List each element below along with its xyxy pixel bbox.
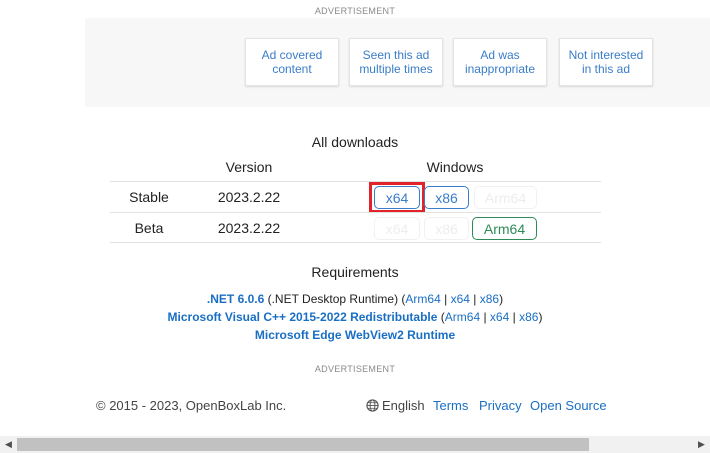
version-value: 2023.2.22: [217, 189, 281, 205]
dotnet-x64-link[interactable]: x64: [451, 292, 470, 306]
separator: |: [509, 310, 520, 324]
dotnet-link[interactable]: .NET 6.0.6: [207, 292, 264, 306]
advertisement-label: ADVERTISEMENT: [314, 6, 396, 16]
all-downloads-title: All downloads: [311, 134, 399, 150]
version-value: 2023.2.22: [217, 220, 281, 236]
stable-x86-download-button[interactable]: x86: [424, 186, 469, 209]
vcredist-arm64-link[interactable]: Arm64: [445, 310, 480, 324]
requirement-dotnet: .NET 6.0.6 (.NET Desktop Runtime) (Arm64…: [0, 292, 710, 306]
privacy-link[interactable]: Privacy: [479, 398, 522, 413]
beta-x64-download-button[interactable]: x64: [374, 217, 420, 240]
vcredist-x64-link[interactable]: x64: [490, 310, 509, 324]
close-paren: ): [538, 310, 543, 324]
advertisement-label: ADVERTISEMENT: [314, 364, 396, 374]
table-divider: [110, 212, 601, 213]
ad-covered-content-button[interactable]: Ad covered content: [245, 38, 339, 86]
language-selector[interactable]: English: [366, 398, 425, 413]
webview2-link[interactable]: Microsoft Edge WebView2 Runtime: [255, 328, 455, 342]
scrollbar-thumb[interactable]: [17, 438, 589, 451]
dotnet-x86-link[interactable]: x86: [480, 292, 499, 306]
ad-inappropriate-button[interactable]: Ad was inappropriate: [453, 38, 547, 86]
close-paren: ): [499, 292, 504, 306]
dotnet-description: (.NET Desktop Runtime) (: [264, 292, 406, 306]
beta-arm64-download-button[interactable]: Arm64: [472, 217, 537, 240]
open-paren: (: [437, 310, 445, 324]
ad-not-interested-button[interactable]: Not interested in this ad: [559, 38, 653, 86]
highlight-box: [369, 182, 425, 213]
separator: |: [480, 310, 490, 324]
separator: |: [469, 292, 480, 306]
separator: |: [440, 292, 451, 306]
open-source-link[interactable]: Open Source: [530, 398, 607, 413]
table-divider: [110, 242, 601, 243]
channel-label: Stable: [129, 189, 169, 205]
scroll-left-arrow-icon[interactable]: ◀: [0, 436, 17, 453]
ad-feedback-panel: Ad covered content Seen this ad multiple…: [85, 18, 710, 107]
scroll-right-arrow-icon[interactable]: ▶: [693, 436, 710, 453]
requirement-vcredist: Microsoft Visual C++ 2015-2022 Redistrib…: [0, 310, 710, 324]
table-divider: [110, 181, 601, 182]
version-column-header: Version: [225, 159, 273, 175]
copyright-text: © 2015 - 2023, OpenBoxLab Inc.: [96, 398, 287, 413]
terms-link[interactable]: Terms: [433, 398, 468, 413]
vcredist-x86-link[interactable]: x86: [519, 310, 538, 324]
vcredist-link[interactable]: Microsoft Visual C++ 2015-2022 Redistrib…: [168, 310, 438, 324]
requirement-webview2: Microsoft Edge WebView2 Runtime: [0, 328, 710, 342]
channel-label: Beta: [134, 220, 164, 236]
horizontal-scrollbar[interactable]: ◀ ▶: [0, 436, 710, 453]
requirements-title: Requirements: [311, 264, 399, 280]
globe-icon: [366, 399, 379, 412]
ad-seen-multiple-times-button[interactable]: Seen this ad multiple times: [349, 38, 443, 86]
windows-column-header: Windows: [426, 159, 484, 175]
dotnet-arm64-link[interactable]: Arm64: [405, 292, 440, 306]
stable-arm64-download-button[interactable]: Arm64: [474, 186, 537, 209]
beta-x86-download-button[interactable]: x86: [424, 217, 469, 240]
language-label: English: [382, 398, 425, 413]
